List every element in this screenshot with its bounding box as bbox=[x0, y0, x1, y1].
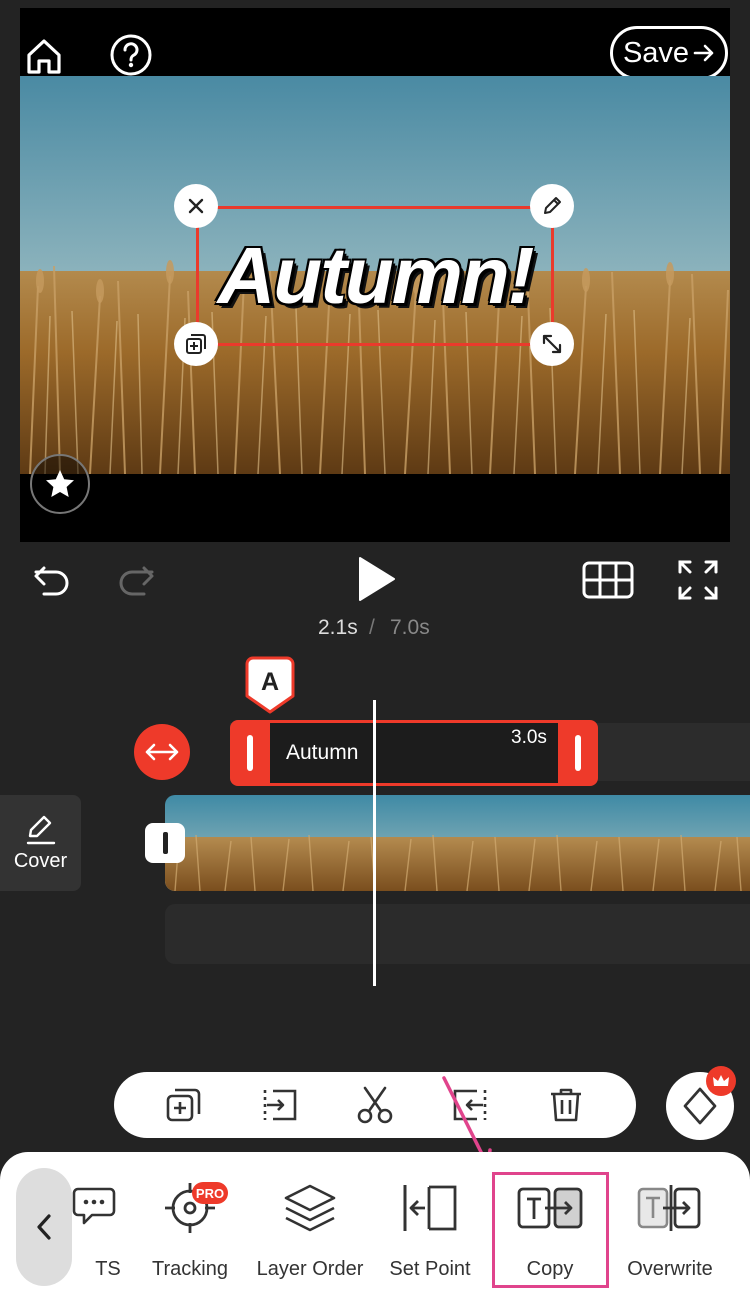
fullscreen-button[interactable] bbox=[676, 558, 720, 602]
trash-icon bbox=[551, 1088, 582, 1122]
empty-track[interactable] bbox=[165, 904, 750, 964]
clip-action-bar bbox=[114, 1072, 636, 1138]
crown-icon bbox=[713, 1075, 729, 1086]
move-clip-button[interactable] bbox=[134, 724, 190, 780]
video-clip[interactable] bbox=[165, 795, 750, 891]
redo-icon bbox=[119, 566, 154, 596]
duplicate-clip-button[interactable] bbox=[158, 1079, 210, 1131]
play-icon bbox=[359, 557, 395, 601]
clip-left-grip[interactable] bbox=[247, 735, 253, 771]
home-icon[interactable] bbox=[20, 34, 68, 78]
fullscreen-icon bbox=[678, 560, 718, 600]
tool-tracking[interactable]: Tracking bbox=[130, 1168, 250, 1288]
close-icon bbox=[188, 198, 204, 214]
pro-badge: PRO bbox=[192, 1182, 228, 1204]
video-trim-handle[interactable] bbox=[145, 823, 185, 863]
scissors-icon bbox=[357, 1086, 393, 1124]
pencil-icon bbox=[544, 197, 561, 214]
grid-button[interactable] bbox=[582, 560, 634, 600]
layer-marker-label: A bbox=[260, 668, 280, 696]
duplicate-icon bbox=[166, 1088, 201, 1122]
save-label: Save bbox=[622, 36, 690, 69]
clip-right-grip[interactable] bbox=[575, 735, 581, 771]
resize-icon bbox=[542, 334, 562, 354]
tool-label: Overwrite bbox=[627, 1258, 713, 1280]
text-clip-duration: 3.0s bbox=[511, 727, 547, 748]
video-preview[interactable]: Save Autumn! bbox=[20, 8, 730, 542]
save-button[interactable]: Save bbox=[610, 26, 728, 80]
undo-icon bbox=[34, 566, 69, 596]
set-point-icon bbox=[399, 1168, 461, 1248]
tool-set-point[interactable]: Set Point bbox=[370, 1168, 490, 1288]
layers-icon bbox=[282, 1168, 338, 1248]
delete-text-handle[interactable] bbox=[174, 184, 218, 228]
duplicate-icon bbox=[186, 334, 206, 354]
text-clip-label: Autumn bbox=[286, 741, 359, 764]
delete-clip-button[interactable] bbox=[540, 1079, 592, 1131]
copy-highlight-box bbox=[492, 1172, 609, 1288]
pencil-icon bbox=[26, 815, 55, 844]
total-time: 7.0s bbox=[390, 616, 430, 639]
split-right-icon bbox=[264, 1089, 297, 1121]
menu-back-button[interactable] bbox=[16, 1168, 72, 1286]
playhead[interactable] bbox=[373, 700, 376, 986]
chevron-left-icon bbox=[37, 1214, 51, 1240]
play-button[interactable] bbox=[350, 554, 400, 604]
tool-layer-order[interactable]: Layer Order bbox=[250, 1168, 370, 1288]
overwrite-icon bbox=[635, 1168, 705, 1248]
tool-overwrite[interactable]: Overwrite bbox=[610, 1168, 730, 1288]
edit-text-handle[interactable] bbox=[530, 184, 574, 228]
undo-button[interactable] bbox=[30, 558, 74, 602]
tool-label: Set Point bbox=[389, 1258, 471, 1280]
arrow-right-icon bbox=[693, 44, 714, 62]
cut-button[interactable] bbox=[349, 1079, 401, 1131]
resize-text-handle[interactable] bbox=[530, 322, 574, 366]
double-arrow-icon bbox=[145, 743, 179, 761]
cover-label: Cover bbox=[13, 849, 68, 872]
caption-text[interactable]: Autumn! bbox=[196, 206, 554, 346]
help-icon[interactable] bbox=[108, 32, 154, 78]
tracking-icon bbox=[163, 1168, 217, 1248]
time-separator: / bbox=[369, 616, 375, 639]
grid-icon bbox=[582, 561, 634, 599]
tool-label: Tracking bbox=[152, 1258, 228, 1280]
current-time: 2.1s bbox=[318, 616, 358, 639]
tool-label: Layer Order bbox=[256, 1258, 364, 1280]
duplicate-text-handle[interactable] bbox=[174, 322, 218, 366]
favorite-button[interactable] bbox=[30, 454, 90, 514]
redo-button[interactable] bbox=[114, 558, 158, 602]
star-icon bbox=[46, 470, 74, 497]
premium-badge bbox=[706, 1066, 736, 1096]
split-right-button[interactable] bbox=[253, 1079, 305, 1131]
cover-button[interactable]: Cover bbox=[0, 795, 81, 891]
